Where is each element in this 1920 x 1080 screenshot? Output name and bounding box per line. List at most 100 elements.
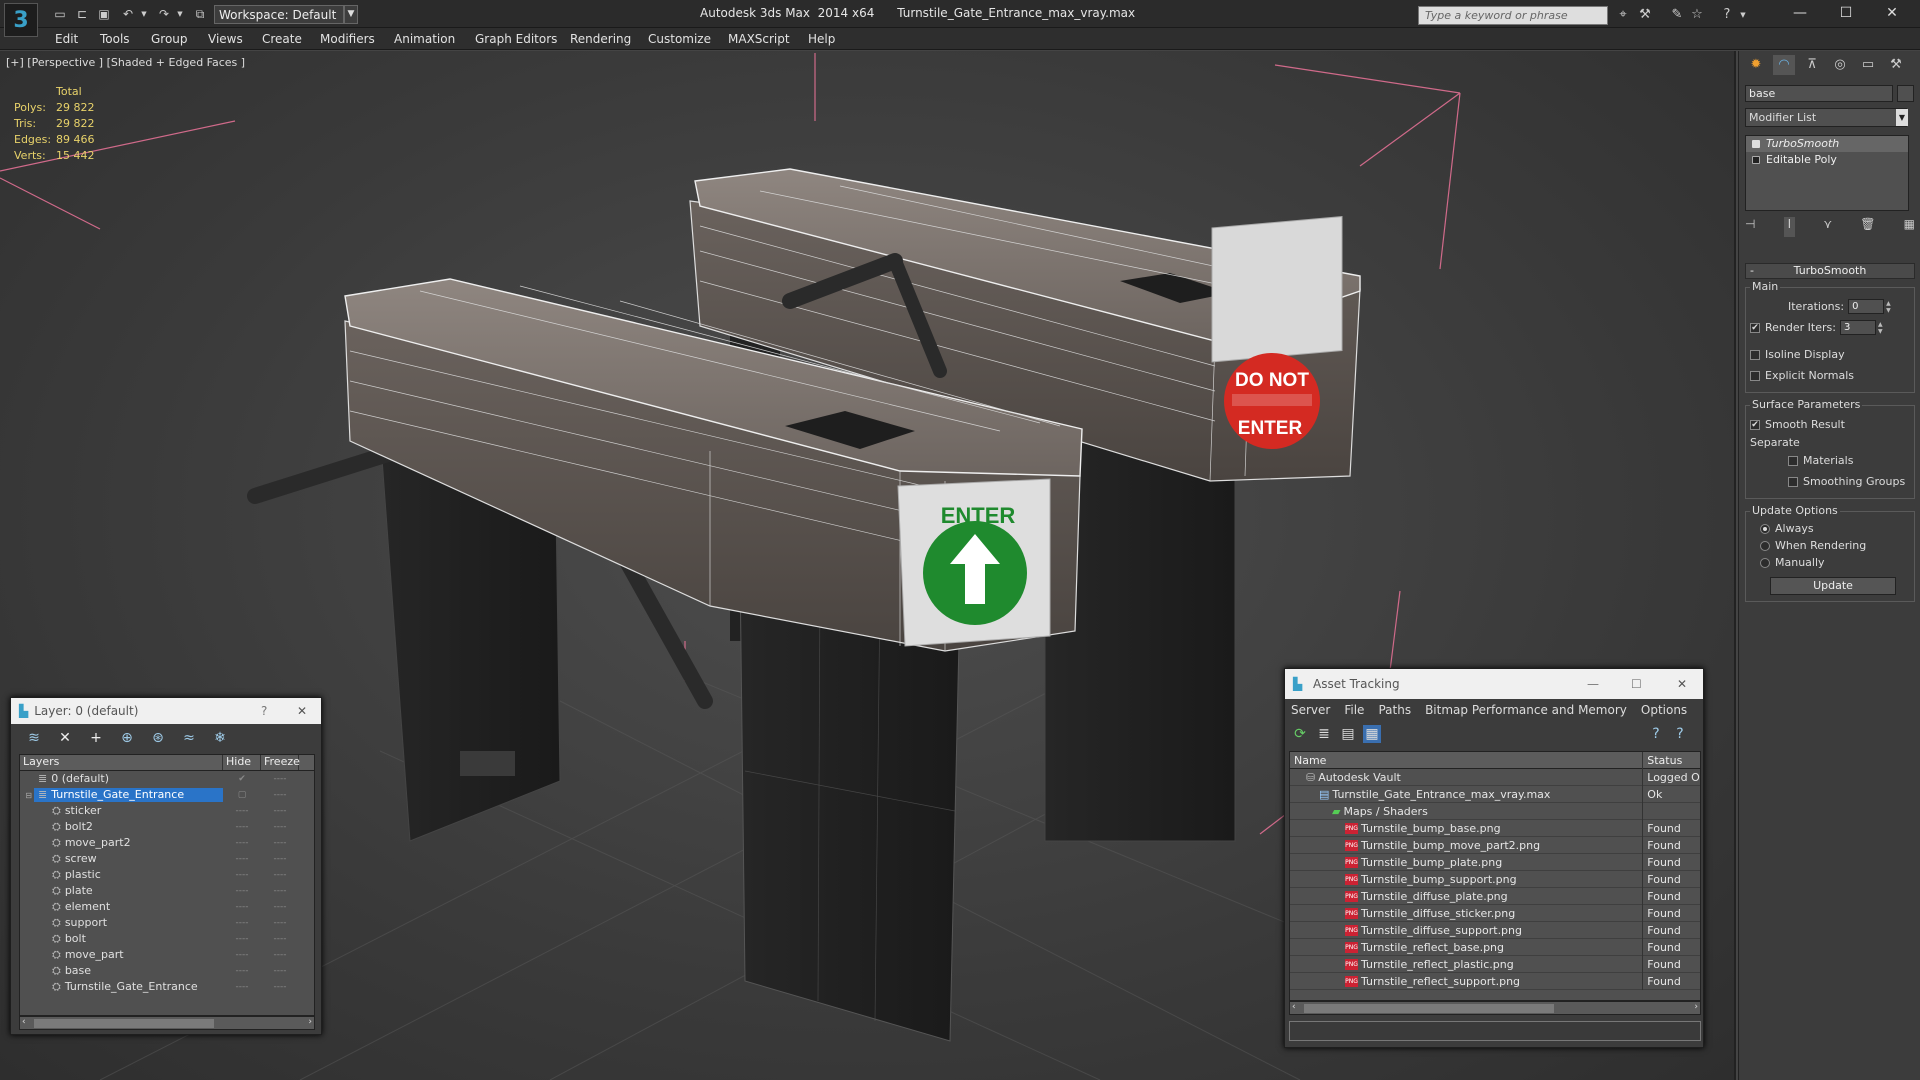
asset-menu-server[interactable]: Server	[1291, 703, 1330, 717]
asset-row[interactable]: ⛁ Autodesk Vault Logged O	[1290, 768, 1700, 786]
new-file-icon[interactable]: ▭	[52, 6, 68, 22]
layer-hide-toggle[interactable]: ✔	[223, 774, 261, 784]
asset-window-titlebar[interactable]: ▙ Asset Tracking — ☐ ✕	[1285, 669, 1703, 699]
column-status[interactable]: Status	[1643, 752, 1700, 769]
layer-hide-toggle[interactable]: ----	[223, 918, 261, 928]
layer-window-titlebar[interactable]: ▙ Layer: 0 (default) ? ✕	[11, 698, 321, 724]
asset-row[interactable]: ▰ Maps / Shaders	[1290, 802, 1700, 820]
undo-icon[interactable]: ↶	[120, 6, 136, 22]
layer-row[interactable]: ⛭ plastic ---- ----	[20, 867, 314, 883]
open-file-icon[interactable]: ⊏	[74, 6, 90, 22]
make-unique-icon[interactable]: ⋎	[1823, 217, 1832, 237]
layer-freeze-toggle[interactable]: ----	[261, 918, 299, 928]
stack-item-turbosmooth[interactable]: TurboSmooth	[1746, 136, 1908, 152]
scroll-right-icon[interactable]: ›	[1694, 1002, 1698, 1012]
menu-views[interactable]: Views	[208, 32, 243, 46]
update-button[interactable]: Update	[1770, 577, 1896, 595]
asset-row[interactable]: PNG Turnstile_bump_base.png Found	[1290, 819, 1700, 837]
asset-row[interactable]: PNG Turnstile_diffuse_sticker.png Found	[1290, 904, 1700, 922]
asset-row[interactable]: ▤ Turnstile_Gate_Entrance_max_vray.max Ok	[1290, 785, 1700, 803]
stack-item-editable-poly[interactable]: Editable Poly	[1746, 152, 1908, 168]
save-file-icon[interactable]: ▣	[96, 6, 112, 22]
smooth-result-checkbox[interactable]: ✔	[1750, 419, 1760, 430]
binoculars-icon[interactable]: ⌖	[1614, 6, 1632, 24]
menu-customize[interactable]: Customize	[648, 32, 711, 46]
layer-hide-toggle[interactable]: ----	[223, 950, 261, 960]
layer-hide-toggle[interactable]: ----	[223, 806, 261, 816]
dropdown-arrow-icon[interactable]: ▼	[1896, 109, 1908, 126]
workspace-dropdown[interactable]: Workspace: Default	[214, 5, 344, 24]
pin-stack-icon[interactable]: ⊣	[1745, 217, 1755, 237]
asset-maximize-icon[interactable]: ☐	[1631, 677, 1642, 691]
search-input[interactable]: Type a keyword or phrase	[1418, 6, 1608, 25]
maximize-window-icon[interactable]: ☐	[1826, 3, 1866, 23]
asset-row[interactable]: PNG Turnstile_reflect_plastic.png Found	[1290, 955, 1700, 973]
asset-row[interactable]: PNG Turnstile_bump_support.png Found	[1290, 870, 1700, 888]
hierarchy-tab-icon[interactable]: ⊼	[1801, 55, 1823, 75]
materials-checkbox[interactable]	[1788, 455, 1798, 466]
layer-freeze-toggle[interactable]: ----	[261, 790, 299, 800]
layer-row[interactable]: ⛭ move_part ---- ----	[20, 947, 314, 963]
asset-menu-file[interactable]: File	[1344, 703, 1364, 717]
layer-row[interactable]: ⛭ element ---- ----	[20, 899, 314, 915]
modifier-list-dropdown[interactable]: Modifier List ▼	[1745, 108, 1908, 127]
always-radio[interactable]	[1760, 523, 1770, 534]
layer-hide-toggle[interactable]: ----	[223, 934, 261, 944]
layer-row[interactable]: ≣ 0 (default) ✔ ----	[20, 771, 314, 787]
layer-hide-toggle[interactable]: ----	[223, 822, 261, 832]
modify-tab-icon[interactable]: ◠	[1773, 55, 1795, 75]
hide-all-layers-icon[interactable]: ≈	[180, 729, 198, 747]
asset-horizontal-scrollbar[interactable]: ‹ ›	[1289, 1001, 1701, 1015]
expand-icon[interactable]	[1752, 156, 1760, 164]
redo-icon[interactable]: ↷	[156, 6, 172, 22]
help-dropdown-icon[interactable]: ▼	[1734, 6, 1752, 24]
layer-row[interactable]: ⛭ plate ---- ----	[20, 883, 314, 899]
spinner-arrows-icon[interactable]: ▲ ▼	[1886, 300, 1894, 314]
isoline-checkbox[interactable]	[1750, 349, 1760, 360]
layer-row[interactable]: ⛭ move_part2 ---- ----	[20, 835, 314, 851]
layer-row[interactable]: ⛭ Turnstile_Gate_Entrance ---- ----	[20, 979, 314, 995]
asset-close-icon[interactable]: ✕	[1677, 677, 1687, 691]
project-folder-icon[interactable]: ⧉	[192, 6, 208, 22]
iterations-spinner[interactable]: 0	[1848, 299, 1885, 314]
layer-freeze-toggle[interactable]: ----	[261, 934, 299, 944]
table-view-icon[interactable]: ▦	[1363, 725, 1381, 743]
undo-dropdown-icon[interactable]: ▼	[136, 6, 152, 22]
communication-icon[interactable]: ✎	[1668, 6, 1686, 24]
layer-row[interactable]: ⛭ bolt ---- ----	[20, 931, 314, 947]
menu-create[interactable]: Create	[262, 32, 302, 46]
layer-freeze-toggle[interactable]: ----	[261, 886, 299, 896]
remove-modifier-icon[interactable]: 🗑	[1860, 217, 1875, 237]
asset-row[interactable]: PNG Turnstile_bump_plate.png Found	[1290, 853, 1700, 871]
layer-row[interactable]: ⛭ base ---- ----	[20, 963, 314, 979]
configure-sets-icon[interactable]: ▦	[1904, 217, 1915, 237]
minimize-window-icon[interactable]: —	[1780, 3, 1820, 23]
show-end-result-icon[interactable]: Ι	[1783, 217, 1796, 237]
layer-expand-icon[interactable]: ⊟	[20, 791, 34, 800]
asset-menu-bitmap[interactable]: Bitmap Performance and Memory	[1425, 703, 1627, 717]
menu-graph-editors[interactable]: Graph Editors	[475, 32, 557, 46]
layer-freeze-toggle[interactable]: ----	[261, 774, 299, 784]
asset-path-field[interactable]	[1289, 1021, 1701, 1041]
when-rendering-radio[interactable]	[1760, 540, 1770, 551]
spinner-arrows-icon[interactable]: ▲ ▼	[1878, 321, 1886, 335]
create-tab-icon[interactable]: ✹	[1745, 55, 1767, 75]
viewport-label[interactable]: [+] [Perspective ] [Shaded + Edged Faces…	[6, 56, 245, 69]
asset-row[interactable]: PNG Turnstile_diffuse_support.png Found	[1290, 921, 1700, 939]
delete-layer-icon[interactable]: ✕	[56, 729, 74, 747]
asset-menu-paths[interactable]: Paths	[1378, 703, 1411, 717]
layer-freeze-toggle[interactable]: ----	[261, 902, 299, 912]
freeze-all-layers-icon[interactable]: ❄	[211, 729, 229, 747]
asset-menu-options[interactable]: Options	[1641, 703, 1687, 717]
layer-freeze-toggle[interactable]: ----	[261, 950, 299, 960]
scroll-right-icon[interactable]: ›	[308, 1017, 312, 1027]
layer-row[interactable]: ⛭ support ---- ----	[20, 915, 314, 931]
menu-help[interactable]: Help	[808, 32, 835, 46]
layer-freeze-toggle[interactable]: ----	[261, 966, 299, 976]
explicit-normals-checkbox[interactable]	[1750, 370, 1760, 381]
thumbnail-view-icon[interactable]: ▤	[1339, 725, 1357, 743]
menu-rendering[interactable]: Rendering	[570, 32, 631, 46]
manually-radio[interactable]	[1760, 557, 1770, 568]
asset-help-icon[interactable]: ?	[1647, 725, 1665, 743]
select-objects-icon[interactable]: ⊕	[118, 729, 136, 747]
